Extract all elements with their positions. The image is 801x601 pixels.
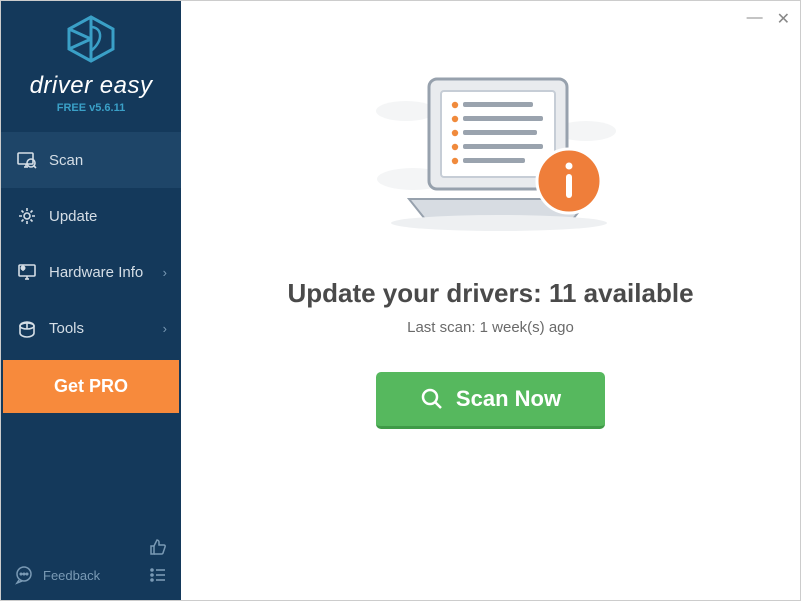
gear-icon [17, 206, 37, 226]
app-logo-icon [1, 15, 181, 68]
get-pro-button[interactable]: Get PRO [3, 360, 179, 413]
sidebar-item-update[interactable]: Update [1, 188, 181, 244]
sidebar-nav: Scan Update ! Hardware Inf [1, 132, 181, 413]
list-icon[interactable] [147, 564, 169, 586]
sidebar-item-label: Hardware Info [49, 264, 143, 281]
sidebar-item-scan[interactable]: Scan [1, 132, 181, 188]
scan-button-label: Scan Now [456, 386, 561, 412]
app-name: driver easy [1, 72, 181, 100]
minimize-button[interactable]: — [747, 9, 763, 29]
sidebar-item-label: Tools [49, 320, 84, 337]
sidebar: driver easy FREE v5.6.11 Scan [1, 1, 181, 600]
monitor-info-icon: ! [17, 262, 37, 282]
laptop-illustration [351, 61, 631, 256]
sidebar-footer: Feedback [1, 526, 181, 600]
scan-now-button[interactable]: Scan Now [376, 372, 605, 429]
feedback-label: Feedback [43, 568, 100, 583]
sidebar-item-hardware-info[interactable]: ! Hardware Info › [1, 244, 181, 300]
headline-text: Update your drivers: 11 available [287, 278, 693, 309]
app-version: FREE v5.6.11 [1, 102, 181, 114]
main-content: Update your drivers: 11 available Last s… [181, 1, 800, 429]
scan-icon [17, 150, 37, 170]
chevron-right-icon: › [163, 321, 167, 336]
get-pro-label: Get PRO [54, 376, 128, 396]
logo-block: driver easy FREE v5.6.11 [1, 1, 181, 122]
last-scan-text: Last scan: 1 week(s) ago [407, 319, 574, 336]
thumbs-up-icon[interactable] [147, 536, 169, 558]
magnifier-icon [420, 387, 444, 411]
sidebar-item-label: Update [49, 208, 97, 225]
toolbox-icon [17, 318, 37, 338]
sidebar-item-tools[interactable]: Tools › [1, 300, 181, 356]
chevron-right-icon: › [163, 265, 167, 280]
svg-text:!: ! [22, 266, 23, 271]
sidebar-item-label: Scan [49, 152, 83, 169]
feedback-button[interactable]: Feedback [13, 564, 100, 586]
chat-icon [13, 564, 35, 586]
close-button[interactable]: ✕ [777, 9, 790, 29]
window-controls: — ✕ [747, 9, 790, 29]
main-panel: — ✕ [181, 1, 800, 600]
